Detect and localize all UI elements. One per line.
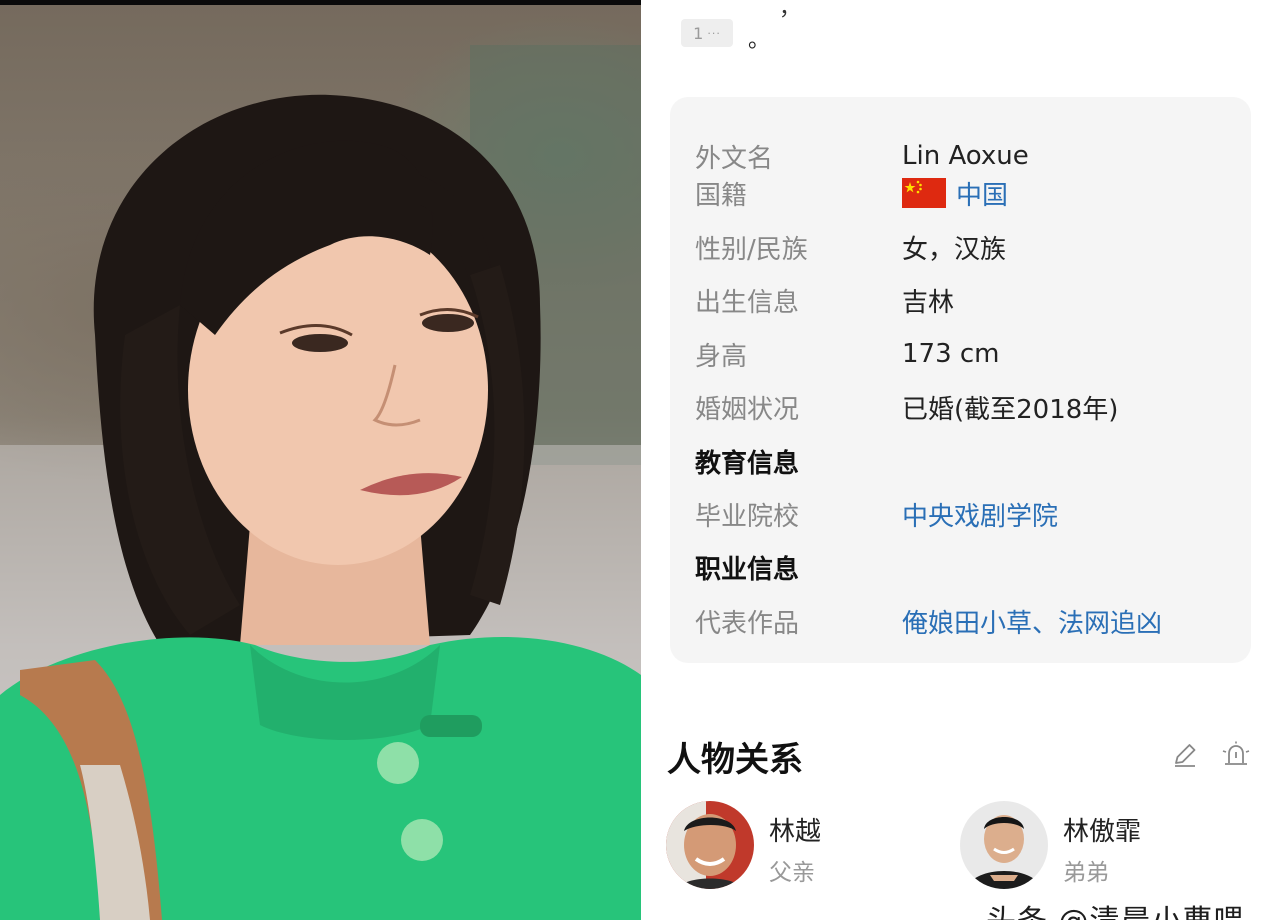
info-value: Lin Aoxue [902, 141, 1029, 171]
info-label: 身高 [695, 341, 748, 372]
info-value: 吉林 [902, 287, 955, 318]
info-row-works: 代表作品 俺娘田小草、法网追凶 [670, 601, 1251, 641]
info-section-education: 教育信息 [670, 441, 1251, 481]
nationality-link[interactable]: 中国 [902, 175, 1008, 212]
info-row-marital: 婚姻状况 已婚(截至2018年) [670, 387, 1251, 427]
info-label: 国籍 [695, 180, 748, 211]
school-link[interactable]: 中央戏剧学院 [902, 496, 1058, 533]
info-row-foreign-name: 外文名 Lin Aoxue [670, 136, 1251, 176]
relation-type: 父亲 [769, 860, 815, 886]
nationality-text: 中国 [956, 180, 1009, 211]
footnote-row: 1 ··· [681, 18, 733, 48]
infobox: 外文名 Lin Aoxue 国籍 中国 性别/民族 女，汉族 出生信息 吉林 身… [670, 97, 1251, 663]
relation-type: 弟弟 [1063, 860, 1109, 886]
info-label: 外文名 [695, 143, 774, 174]
china-flag-icon [902, 178, 946, 208]
info-value: 女，汉族 [902, 234, 1007, 265]
edit-icon[interactable] [1171, 741, 1199, 769]
works-link[interactable]: 俺娘田小草、法网追凶 [902, 603, 1162, 640]
section-heading: 职业信息 [695, 554, 800, 585]
relation-name: 林傲霏 [1063, 817, 1142, 847]
reference-chip[interactable]: 1 ··· [681, 19, 733, 47]
info-label: 毕业院校 [695, 501, 800, 532]
info-value: 已婚(截至2018年) [902, 394, 1119, 425]
avatar [960, 801, 1048, 889]
info-label: 婚姻状况 [695, 394, 800, 425]
info-label: 性别/民族 [695, 234, 808, 265]
sentence-period: 。 [748, 28, 771, 53]
portrait-photo [0, 0, 641, 920]
reference-more: ··· [707, 26, 721, 40]
info-row-birth: 出生信息 吉林 [670, 280, 1251, 320]
watermark: 头条 @清晨小曹喂 [986, 896, 1245, 920]
relation-person-brother[interactable]: 林傲霏 弟弟 [960, 801, 1220, 891]
avatar [666, 801, 754, 889]
reference-number: 1 [693, 23, 704, 43]
info-row-nationality: 国籍 中国 [670, 173, 1251, 213]
section-heading: 教育信息 [695, 448, 800, 479]
relation-person-father[interactable]: 林越 父亲 [666, 801, 926, 891]
info-label: 代表作品 [695, 608, 800, 639]
info-label: 出生信息 [695, 287, 800, 318]
relation-name: 林越 [769, 817, 822, 847]
info-value: 173 cm [902, 339, 1000, 369]
info-section-career: 职业信息 [670, 547, 1251, 587]
clipped-text: ， [779, 0, 802, 21]
info-row-height: 身高 173 cm [670, 334, 1251, 374]
portrait-illustration [0, 45, 641, 920]
info-row-school: 毕业院校 中央戏剧学院 [670, 494, 1251, 534]
relations-title: 人物关系 [667, 740, 803, 780]
info-row-gender-ethnicity: 性别/民族 女，汉族 [670, 227, 1251, 267]
report-alarm-icon[interactable] [1221, 741, 1251, 769]
baike-content-panel: ， 1 ··· 。 外文名 Lin Aoxue 国籍 中国 性别/民族 女，汉族… [641, 0, 1280, 920]
